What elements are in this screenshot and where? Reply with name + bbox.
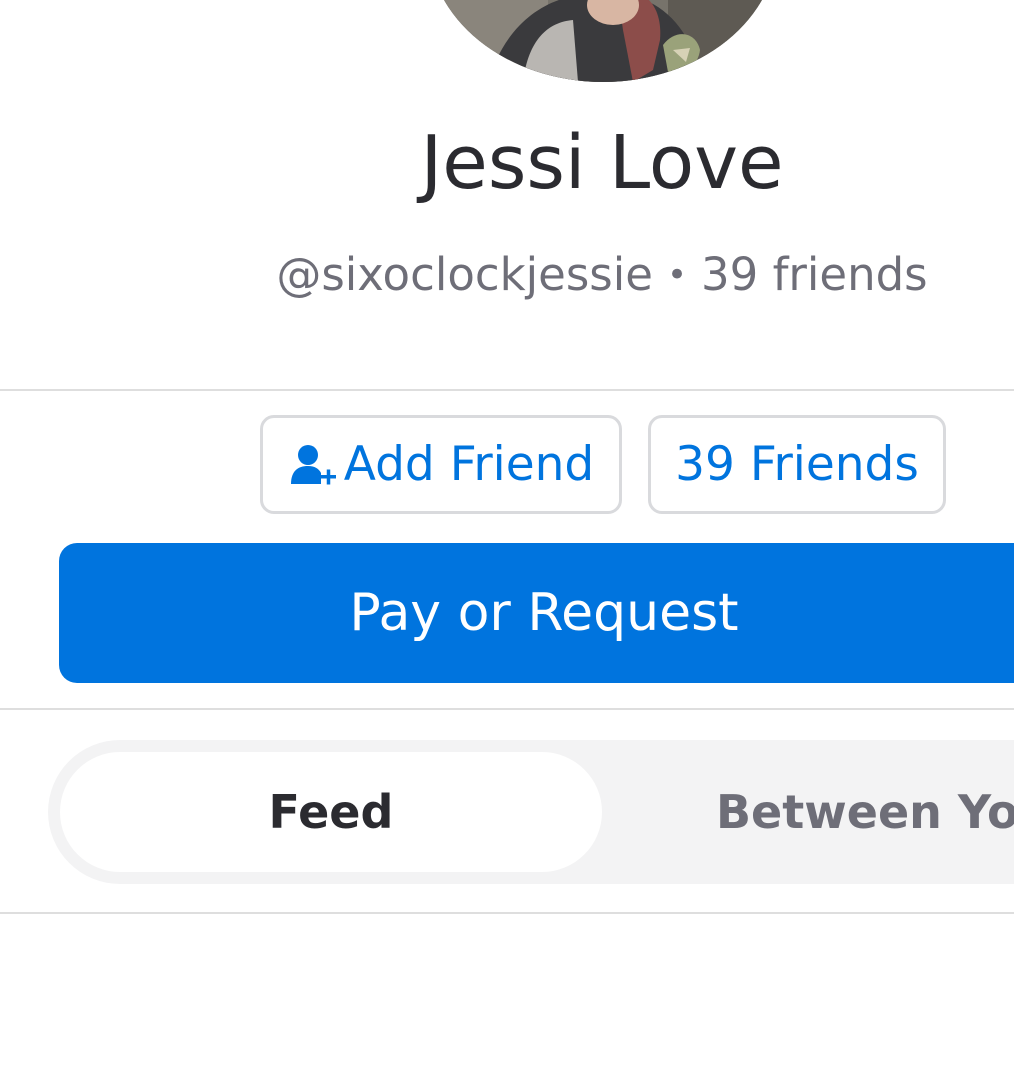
friends-list-label: 39 Friends: [675, 437, 919, 492]
profile-username: @sixoclockjessie: [276, 248, 653, 301]
pay-or-request-label: Pay or Request: [349, 583, 739, 643]
section-divider: [0, 389, 1014, 391]
meta-separator: •: [666, 255, 687, 295]
tab-feed-label: Feed: [268, 785, 394, 839]
tab-between-you[interactable]: Between You: [716, 740, 1014, 884]
pay-or-request-button[interactable]: Pay or Request: [59, 543, 1014, 683]
add-person-icon: [288, 440, 338, 490]
profile-page: Jessi Love @sixoclockjessie • 39 friends A…: [0, 0, 1014, 1088]
feed-segmented-control: Feed Between You: [48, 740, 1014, 884]
add-friend-label: Add Friend: [343, 437, 595, 492]
profile-meta-line: @sixoclockjessie • 39 friends: [0, 248, 1014, 301]
section-divider: [0, 708, 1014, 710]
profile-avatar[interactable]: [428, 0, 778, 82]
avatar-photo: [428, 0, 778, 82]
friends-list-button[interactable]: 39 Friends: [648, 415, 946, 514]
add-friend-button[interactable]: Add Friend: [260, 415, 622, 514]
tab-between-you-label: Between You: [716, 785, 1014, 839]
tab-feed[interactable]: Feed: [60, 752, 602, 872]
profile-display-name: Jessi Love: [420, 120, 784, 206]
section-divider: [0, 912, 1014, 914]
profile-friend-count[interactable]: 39 friends: [701, 248, 928, 301]
